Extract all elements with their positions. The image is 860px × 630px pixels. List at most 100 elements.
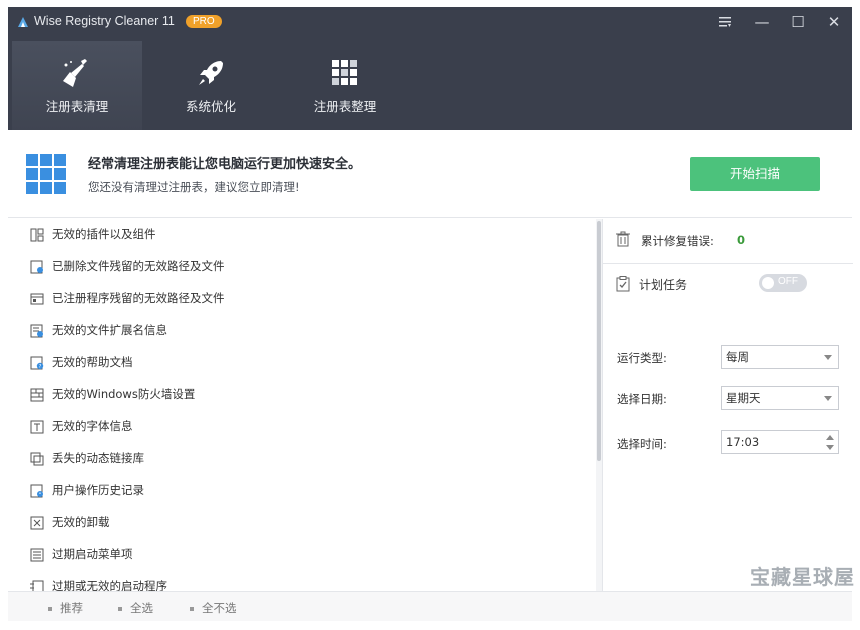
select-none-label: 全不选	[202, 601, 237, 615]
bottom-margin	[0, 621, 860, 630]
tab-label: 注册表整理	[313, 99, 377, 114]
list-item[interactable]: 丢失的动态链接库	[8, 443, 594, 475]
list-item[interactable]: 过期启动菜单项	[8, 539, 594, 571]
firewall-icon	[30, 388, 44, 402]
tab-registry-clean[interactable]: 注册表清理	[12, 41, 142, 131]
day-value: 星期天	[726, 391, 761, 405]
title-bar: Wise Registry Cleaner 11 PRO — ☐ ✕	[8, 7, 852, 37]
tab-registry-defrag[interactable]: 注册表整理	[280, 41, 410, 131]
list-item-label: 无效的文件扩展名信息	[52, 323, 167, 337]
list-item[interactable]: 无效的插件以及组件	[8, 219, 594, 251]
maximize-button[interactable]: ☐	[784, 11, 812, 33]
time-label: 选择时间:	[617, 437, 667, 451]
time-input[interactable]: 17:03	[721, 430, 839, 454]
clipboard-check-icon	[616, 276, 630, 292]
help-doc-icon: ?	[30, 356, 44, 370]
list-item-label: 无效的卸载	[52, 515, 110, 529]
toggle-state: OFF	[778, 276, 798, 287]
divider	[603, 263, 853, 264]
app-title: Wise Registry Cleaner 11	[34, 14, 175, 28]
close-icon: ✕	[827, 13, 841, 31]
recommend-label: 推荐	[60, 601, 83, 615]
repair-count-label: 累计修复错误:	[641, 234, 714, 248]
list-item-label: 无效的Windows防火墙设置	[52, 387, 196, 401]
list-scroll-thumb[interactable]	[597, 221, 601, 461]
history-icon	[30, 484, 43, 498]
file-extension-icon	[30, 324, 43, 338]
schedule-toggle[interactable]: OFF	[759, 274, 807, 292]
schedule-panel: 累计修复错误: 0 计划任务 OFF 运行类型: 每周 选择日期: 星期天 选择…	[602, 219, 853, 591]
run-type-select[interactable]: 每周	[721, 345, 839, 369]
repair-count-value: 0	[737, 233, 746, 247]
banner-title: 经常清理注册表能让您电脑运行更加快速安全。	[88, 157, 362, 172]
banner-subtitle: 您还没有清理过注册表，建议您立即清理!	[88, 180, 300, 194]
list-item[interactable]: ? 无效的帮助文档	[8, 347, 594, 379]
minimize-button[interactable]: —	[748, 11, 776, 33]
chevron-down-icon	[824, 355, 832, 360]
startup-program-icon	[30, 580, 44, 591]
menu-icon	[719, 17, 731, 27]
tab-label: 系统优化	[185, 99, 236, 114]
list-item[interactable]: 已注册程序残留的无效路径及文件	[8, 283, 594, 315]
minimize-icon: —	[754, 13, 770, 31]
watermark: 宝藏星球屋	[750, 565, 855, 589]
deleted-file-icon	[30, 260, 43, 274]
run-type-label: 运行类型:	[617, 351, 667, 365]
pro-badge: PRO	[186, 15, 222, 28]
list-item-label: 过期或无效的启动程序	[52, 579, 167, 591]
maximize-icon: ☐	[791, 13, 805, 31]
list-item-label: 过期启动菜单项	[52, 547, 133, 561]
list-item[interactable]: 无效的字体信息	[8, 411, 594, 443]
dll-icon	[30, 452, 44, 466]
select-all-label: 全选	[130, 601, 153, 615]
tab-label: 注册表清理	[45, 99, 109, 114]
select-none-link[interactable]: 全不选	[190, 600, 237, 616]
list-item[interactable]: 无效的文件扩展名信息	[8, 315, 594, 347]
list-item-label: 已注册程序残留的无效路径及文件	[52, 291, 225, 305]
footer-bar: 推荐 全选 全不选	[8, 591, 852, 621]
windows-grid-icon	[26, 154, 66, 194]
chevron-down-icon	[824, 396, 832, 401]
menu-button[interactable]	[711, 11, 739, 33]
bullet-icon	[48, 606, 52, 611]
start-menu-icon	[30, 548, 44, 562]
bullet-icon	[190, 606, 194, 611]
rocket-icon	[199, 61, 223, 85]
list-item[interactable]: 已删除文件残留的无效路径及文件	[8, 251, 594, 283]
list-item-label: 已删除文件残留的无效路径及文件	[52, 259, 225, 273]
grid-icon	[332, 60, 357, 85]
list-item[interactable]: 用户操作历史记录	[8, 475, 594, 507]
list-item-label: 用户操作历史记录	[52, 483, 144, 497]
spin-up-icon[interactable]	[826, 435, 834, 440]
time-value: 17:03	[726, 435, 760, 449]
app-header: Wise Registry Cleaner 11 PRO — ☐ ✕ 注册表清理…	[0, 0, 860, 131]
close-button[interactable]: ✕	[820, 11, 848, 33]
day-label: 选择日期:	[617, 392, 667, 406]
bullet-icon	[118, 606, 122, 611]
font-icon	[30, 420, 44, 434]
uninstall-icon	[30, 516, 44, 530]
trash-icon	[616, 231, 630, 247]
recommend-link[interactable]: 推荐	[48, 600, 83, 616]
list-item-label: 无效的字体信息	[52, 419, 133, 433]
list-item-label: 无效的帮助文档	[52, 355, 133, 369]
broom-icon	[63, 59, 87, 87]
run-type-value: 每周	[726, 350, 749, 364]
toggle-knob	[762, 277, 774, 289]
tab-system-optimize[interactable]: 系统优化	[146, 41, 276, 131]
plugin-icon	[30, 228, 44, 242]
info-banner: 经常清理注册表能让您电脑运行更加快速安全。 您还没有清理过注册表，建议您立即清理…	[8, 130, 852, 218]
list-item[interactable]: 过期或无效的启动程序	[8, 571, 594, 591]
list-item-label: 无效的插件以及组件	[52, 227, 156, 241]
list-item[interactable]: 无效的卸载	[8, 507, 594, 539]
list-item-label: 丢失的动态链接库	[52, 451, 144, 465]
app-logo-icon	[18, 17, 28, 27]
repair-stats: 累计修复错误: 0	[615, 229, 845, 253]
schedule-label: 计划任务	[639, 278, 688, 292]
spin-down-icon[interactable]	[826, 445, 834, 450]
list-item[interactable]: 无效的Windows防火墙设置	[8, 379, 594, 411]
start-scan-button[interactable]: 开始扫描	[690, 157, 820, 191]
select-all-link[interactable]: 全选	[118, 600, 153, 616]
day-select[interactable]: 星期天	[721, 386, 839, 410]
clean-category-list: 无效的插件以及组件 已删除文件残留的无效路径及文件 已注册程序残留的无效路径及文…	[8, 219, 596, 591]
